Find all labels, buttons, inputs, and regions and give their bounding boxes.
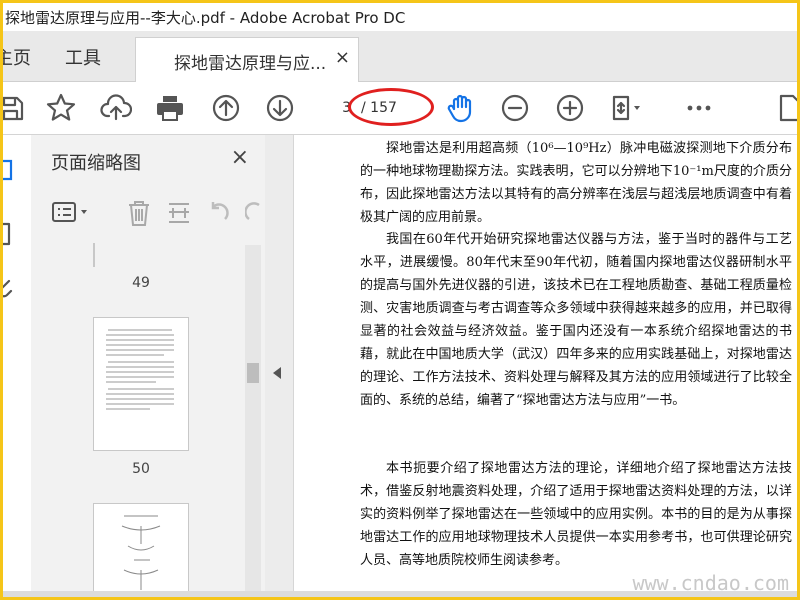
acrobat-window: 探地雷达原理与应用--李大心.pdf - Adobe Acrobat Pro D… [3, 3, 797, 597]
document-paragraph: 我国在60年代开始研究探地雷达仪器与方法，鉴于当时的器件与工艺水平，进展缓慢。8… [360, 232, 792, 408]
thumbnail-scrollbar[interactable] [245, 245, 261, 597]
bookmarks-icon[interactable] [3, 221, 21, 247]
delete-page-icon[interactable] [125, 199, 153, 231]
rotate-left-icon[interactable] [205, 199, 233, 231]
save-icon[interactable] [3, 92, 27, 124]
document-paragraph: 本书扼要介绍了探地雷达方法的理论，详细地介绍了探地雷达方法技术，借鉴反射地震资料… [360, 461, 792, 568]
extract-page-icon[interactable] [165, 199, 193, 231]
document-paragraph: 探地雷达是利用超高频（10⁶—10⁹Hz）脉冲电磁波探测地下介质分布的一种地球物… [360, 141, 792, 225]
document-view[interactable]: 探地雷达是利用超高频（10⁶—10⁹Hz）脉冲电磁波探测地下介质分布的一种地球物… [294, 135, 797, 597]
page-thumbnail[interactable] [93, 317, 189, 451]
fit-page-icon[interactable] [610, 92, 642, 124]
rotate-right-icon[interactable] [244, 199, 265, 231]
thumbnail-options-icon[interactable] [51, 199, 91, 229]
pdf-page: 探地雷达是利用超高频（10⁶—10⁹Hz）脉冲电磁波探测地下介质分布的一种地球物… [354, 135, 796, 597]
page-down-icon[interactable] [264, 92, 296, 124]
status-bar [3, 591, 797, 597]
hand-tool-icon[interactable] [445, 92, 477, 124]
tab-home[interactable]: 主页 [3, 44, 31, 70]
more-icon[interactable] [683, 92, 715, 124]
page-thumbnail-number: 49 [132, 275, 150, 291]
window-title: 探地雷达原理与应用--李大心.pdf - Adobe Acrobat Pro D… [5, 9, 406, 27]
navigation-pane-strip [3, 135, 32, 597]
thumbnail-panel: 页面缩略图 × 49 50 [31, 135, 266, 597]
tab-bar: 主页 工具 探地雷达原理与应... × [3, 31, 797, 83]
zoom-out-icon[interactable] [499, 92, 531, 124]
page-thumbnail-number: 50 [132, 461, 150, 477]
panel-collapse-strip[interactable] [265, 135, 294, 597]
title-bar: 探地雷达原理与应用--李大心.pdf - Adobe Acrobat Pro D… [3, 3, 797, 31]
attachments-icon[interactable] [3, 275, 21, 301]
highlight-annotation-oval [348, 88, 434, 126]
page-up-icon[interactable] [210, 92, 242, 124]
upload-cloud-icon[interactable] [100, 92, 133, 124]
zoom-in-icon[interactable] [554, 92, 586, 124]
bookmark-star-icon[interactable] [45, 92, 77, 124]
thumbnail-scrollbar-thumb[interactable] [247, 363, 259, 383]
print-icon[interactable] [154, 92, 186, 124]
document-tab-label: 探地雷达原理与应... [174, 54, 327, 74]
page-thumbnails-icon[interactable] [3, 157, 21, 183]
close-tab-button[interactable]: × [335, 47, 350, 68]
close-panel-button[interactable]: × [231, 145, 249, 170]
panel-title: 页面缩略图 [51, 153, 141, 174]
collapse-arrow-icon[interactable] [273, 367, 281, 379]
tab-document[interactable]: 探地雷达原理与应... × [135, 37, 359, 83]
page-thumbnail[interactable] [93, 243, 95, 267]
document-icon[interactable] [773, 92, 797, 124]
toolbar: 3 / 157 [3, 82, 797, 135]
page-thumbnail[interactable] [93, 503, 189, 597]
tab-tools[interactable]: 工具 [65, 44, 101, 70]
